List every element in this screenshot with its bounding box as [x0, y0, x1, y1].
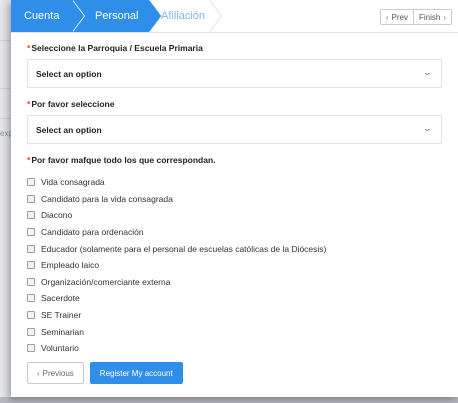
prev-button[interactable]: ‹ Prev	[380, 10, 413, 24]
checkbox-label: Sacerdote	[41, 293, 80, 304]
checkbox-educador[interactable]: Educador (solamente para el personal de …	[27, 240, 442, 257]
checkbox-candidato-vida-consagrada[interactable]: Candidato para la vida consagrada	[27, 191, 442, 208]
seleccione-select[interactable]: Select an option ⌄	[27, 115, 442, 144]
parroquia-label-text: Seleccione la Parroquia / Escuela Primar…	[31, 43, 203, 53]
roles-checkbox-list: Vida consagrada Candidato para la vida c…	[27, 174, 442, 357]
chevron-left-icon: ‹	[37, 368, 40, 378]
seleccione-label: *Por favor seleccione	[27, 99, 442, 109]
prev-button-label: Prev	[391, 12, 408, 22]
checkbox-organizacion-externa[interactable]: Organización/comerciante externa	[27, 274, 442, 291]
checkbox[interactable]	[27, 327, 35, 336]
parroquia-select[interactable]: Select an option ⌄	[27, 59, 442, 88]
checkbox[interactable]	[27, 311, 35, 320]
step-cuenta-label: Cuenta	[24, 10, 60, 22]
checkbox[interactable]	[27, 244, 35, 253]
registration-modal: Afiliación Personal Cuenta ‹ Prev Finish…	[11, 0, 458, 397]
checkbox[interactable]	[27, 294, 35, 303]
checkbox[interactable]	[27, 277, 35, 286]
checkbox-label: Voluntario	[41, 343, 79, 354]
checkbox[interactable]	[27, 211, 35, 220]
step-separator	[209, 0, 221, 32]
step-separator	[149, 0, 161, 32]
step-cuenta[interactable]: Cuenta	[11, 0, 73, 32]
checkbox[interactable]	[27, 228, 35, 237]
roles-label: *Por favor mafque todo los que correspon…	[27, 155, 442, 165]
checkbox-label: Seminarian	[41, 326, 84, 337]
checkbox-vida-consagrada[interactable]: Vida consagrada	[27, 174, 442, 191]
checkbox-label: Empleado laico	[41, 260, 100, 271]
previous-button-label: Previous	[42, 368, 74, 378]
register-button[interactable]: Register My account	[89, 362, 183, 384]
wizard-steps: Afiliación Personal Cuenta ‹ Prev Finish…	[11, 0, 458, 33]
previous-button[interactable]: ‹ Previous	[27, 362, 84, 384]
roles-label-text: Por favor mafque todo los que correspond…	[31, 155, 216, 165]
registration-form: *Seleccione la Parroquia / Escuela Prima…	[11, 33, 458, 357]
chevron-down-icon: ⌄	[422, 124, 433, 133]
checkbox-label: Organización/comerciante externa	[41, 276, 171, 287]
checkbox-seminarian[interactable]: Seminarian	[27, 323, 442, 340]
checkbox-sacerdote[interactable]: Sacerdote	[27, 290, 442, 307]
background-bottom-bar	[0, 397, 458, 403]
checkbox-diacono[interactable]: Diacono	[27, 207, 442, 224]
required-mark: *	[27, 43, 31, 53]
finish-button-label: Finish	[418, 12, 441, 22]
chevron-right-icon: ›	[443, 12, 446, 22]
checkbox-label: Candidato para la vida consagrada	[41, 193, 173, 204]
checkbox[interactable]	[27, 178, 35, 187]
seleccione-label-text: Por favor seleccione	[31, 99, 115, 109]
step-separator	[72, 0, 84, 32]
checkbox[interactable]	[27, 344, 35, 353]
parroquia-label: *Seleccione la Parroquia / Escuela Prima…	[27, 43, 442, 53]
checkbox-empleado-laico[interactable]: Empleado laico	[27, 257, 442, 274]
checkbox-label: Diacono	[41, 210, 73, 221]
checkbox[interactable]	[27, 194, 35, 203]
step-personal-label: Personal	[95, 10, 139, 22]
checkbox-label: Candidato para ordenación	[41, 227, 144, 238]
checkbox-se-trainer[interactable]: SE Trainer	[27, 307, 442, 324]
checkbox-label: SE Trainer	[41, 310, 82, 321]
wizard-nav-buttons: ‹ Prev Finish ›	[379, 9, 452, 25]
checkbox-voluntario[interactable]: Voluntario	[27, 340, 442, 357]
checkbox-label: Vida consagrada	[41, 177, 105, 188]
checkbox[interactable]	[27, 261, 35, 270]
form-actions: ‹ Previous Register My account	[27, 362, 183, 384]
finish-button[interactable]: Finish ›	[412, 10, 451, 24]
step-afiliacion-label: Afiliación	[161, 10, 206, 22]
required-mark: *	[27, 99, 31, 109]
parroquia-select-value: Select an option	[36, 68, 102, 79]
checkbox-label: Educador (solamente para el personal de …	[41, 243, 327, 254]
seleccione-select-value: Select an option	[36, 124, 102, 135]
chevron-left-icon: ‹	[385, 12, 389, 22]
register-button-label: Register My account	[99, 368, 173, 378]
chevron-down-icon: ⌄	[422, 68, 433, 77]
checkbox-candidato-ordenacion[interactable]: Candidato para ordenación	[27, 224, 442, 241]
required-mark: *	[27, 155, 31, 165]
